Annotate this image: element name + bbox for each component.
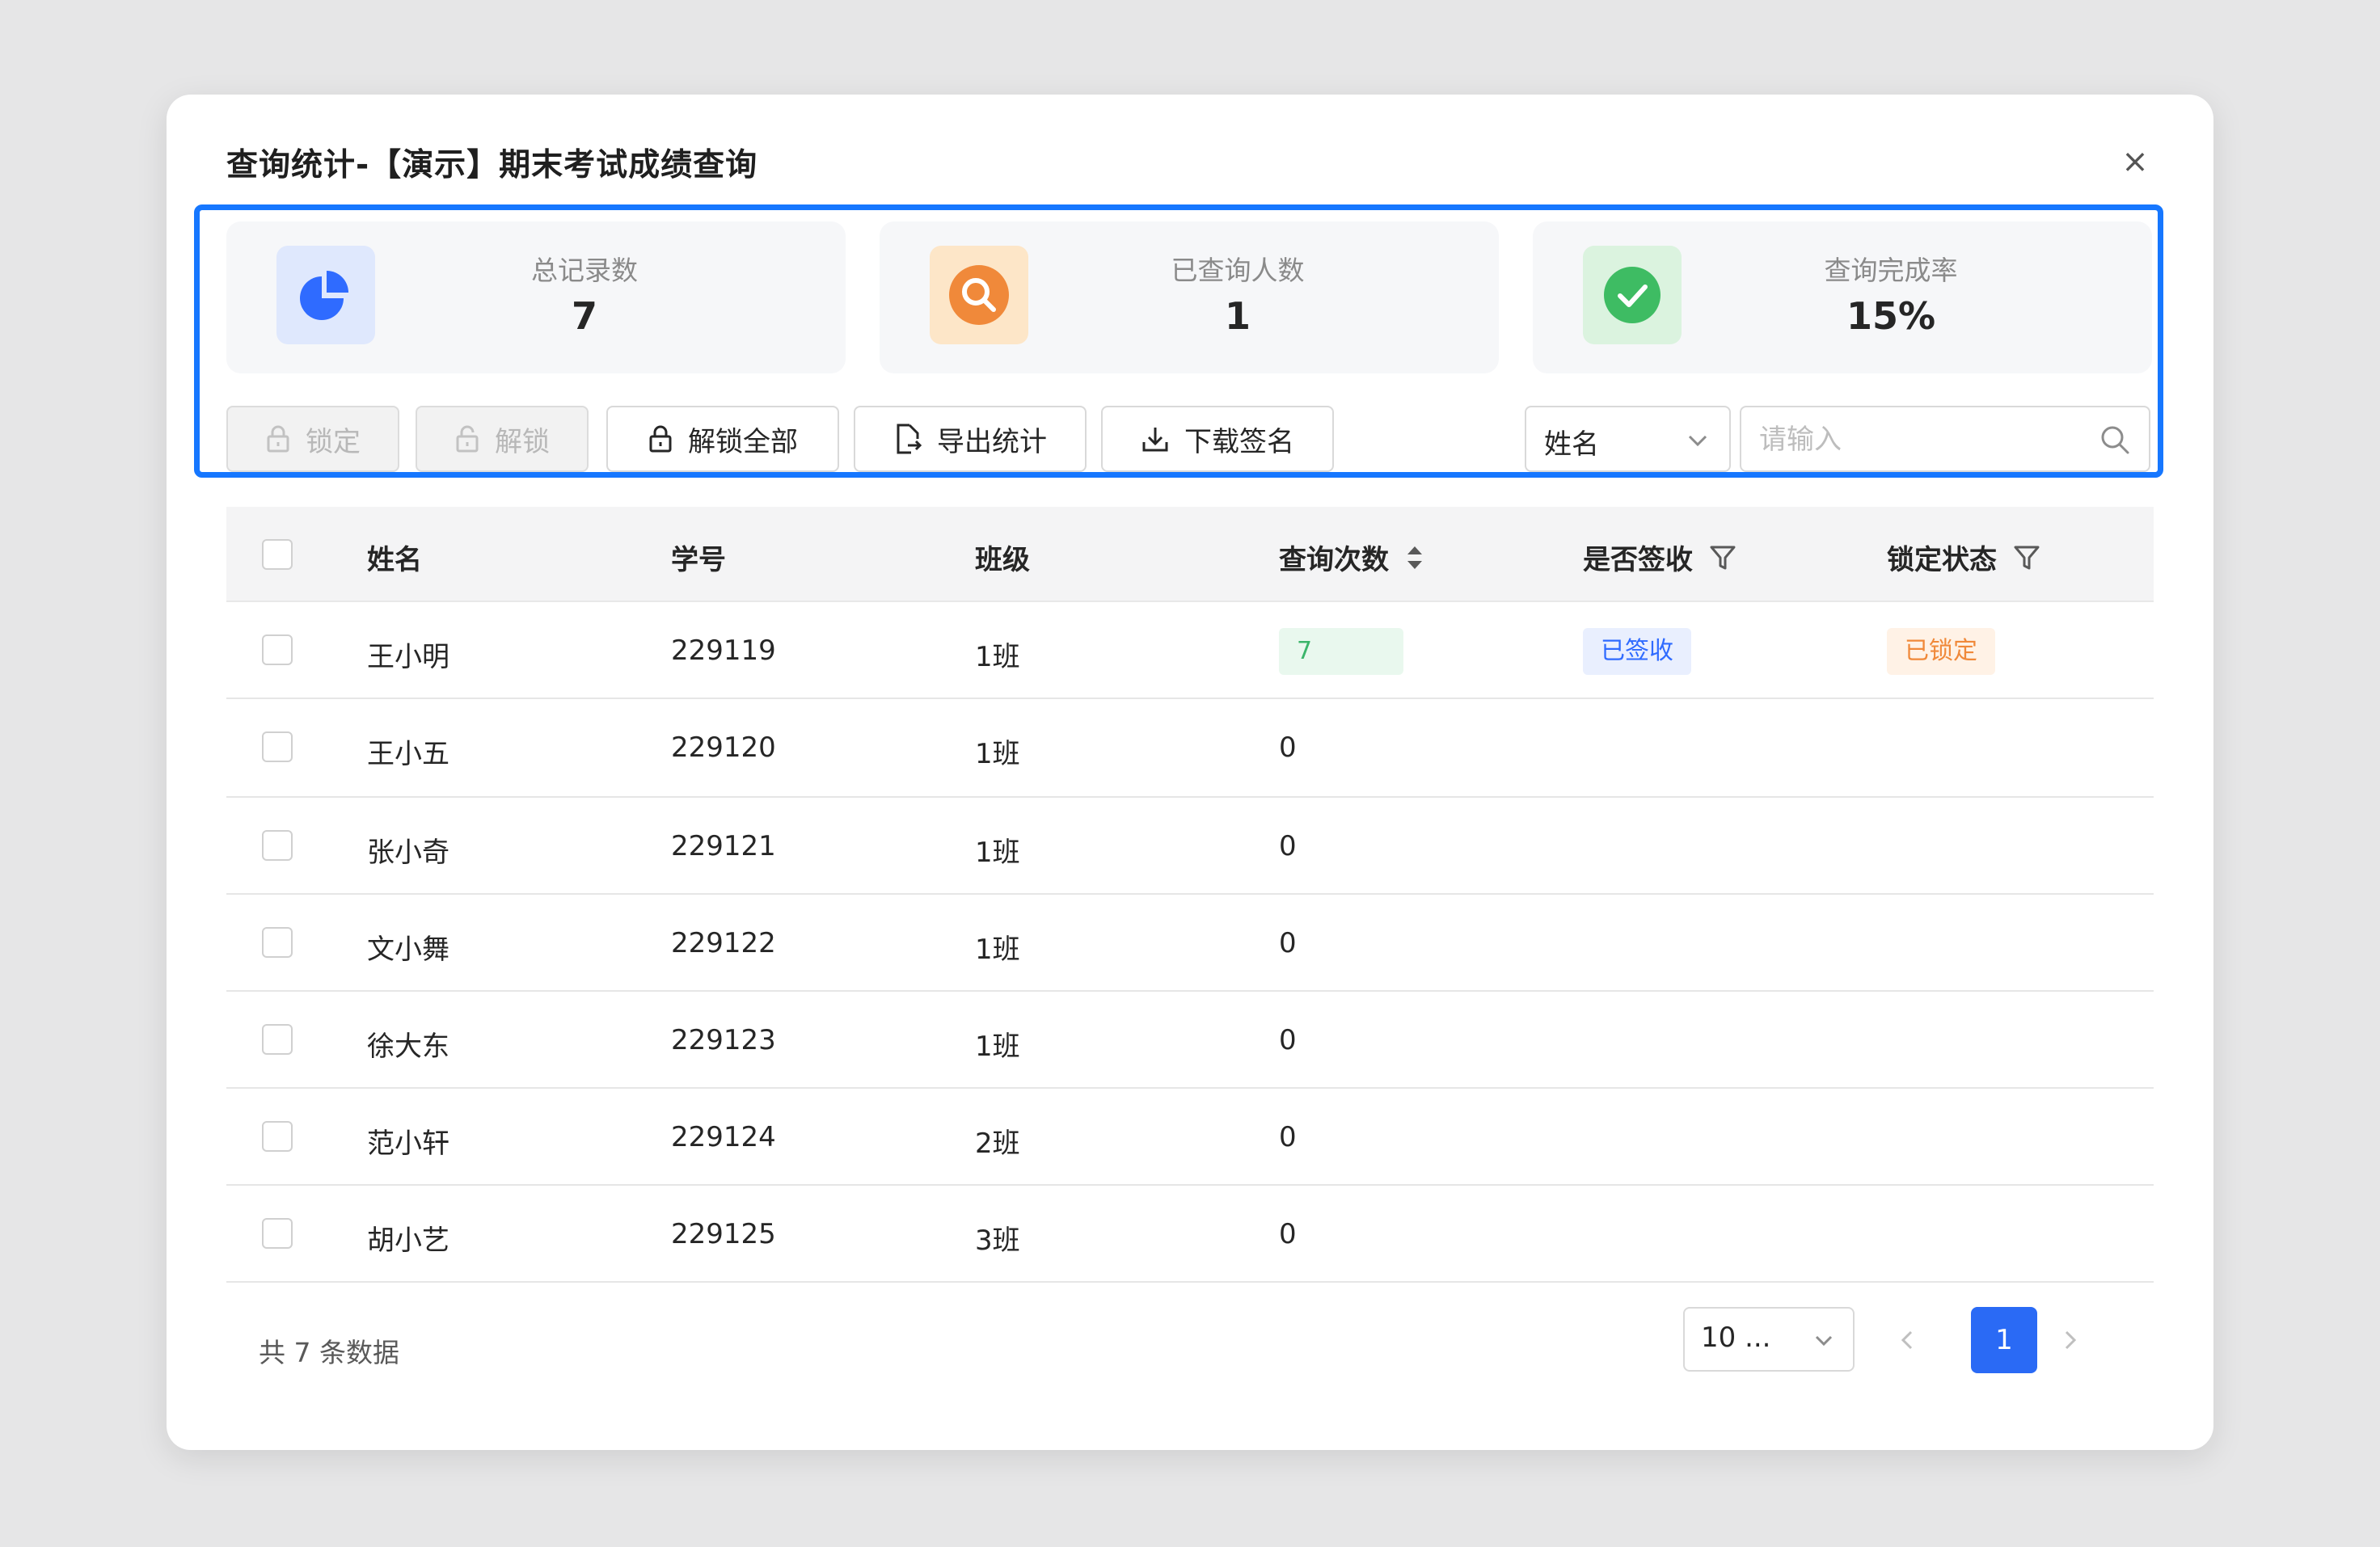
cell-class: 2班	[975, 1128, 1020, 1160]
row-checkbox[interactable]	[262, 1218, 293, 1249]
column-header-signed[interactable]: 是否签收	[1583, 537, 1736, 577]
cell-query-count: 0	[1279, 927, 1297, 959]
query-count-badge: 7	[1279, 628, 1403, 675]
column-header-student-id: 学号	[671, 544, 726, 576]
table-row[interactable]: 范小轩 229124 2班 0	[226, 1089, 2154, 1186]
row-checkbox[interactable]	[262, 731, 293, 762]
filter-icon[interactable]	[1709, 544, 1736, 571]
cell-student-id: 229124	[671, 1121, 776, 1153]
cell-class: 1班	[975, 738, 1020, 770]
sort-icon[interactable]	[1405, 544, 1424, 571]
cell-name: 文小舞	[367, 934, 449, 966]
table-row[interactable]: 王小五 229120 1班 0	[226, 699, 2154, 798]
table-row[interactable]: 张小奇 229121 1班 0	[226, 798, 2154, 895]
cell-student-id: 229123	[671, 1024, 776, 1056]
column-header-query-count[interactable]: 查询次数	[1279, 537, 1424, 577]
cell-query-count: 0	[1279, 1121, 1297, 1153]
cell-class: 3班	[975, 1225, 1020, 1257]
row-checkbox[interactable]	[262, 634, 293, 665]
table-header: 姓名 学号 班级 查询次数 是否签收 锁定状态	[226, 507, 2154, 602]
cell-class: 1班	[975, 1031, 1020, 1063]
row-checkbox[interactable]	[262, 830, 293, 861]
page-size-select[interactable]: 10 ...	[1683, 1307, 1855, 1372]
cell-student-id: 229121	[671, 830, 776, 862]
page-size-value: 10 ...	[1701, 1321, 1771, 1354]
lock-status-badge: 已锁定	[1887, 628, 1995, 675]
cell-query-count: 0	[1279, 1218, 1297, 1250]
cell-class: 1班	[975, 837, 1020, 869]
cell-query-count: 0	[1279, 1024, 1297, 1056]
cell-name: 胡小艺	[367, 1225, 449, 1257]
table-row[interactable]: 王小明 229119 1班 7 已签收 已锁定	[226, 602, 2154, 699]
next-page-icon[interactable]	[2050, 1320, 2091, 1360]
column-header-lock-status-label: 锁定状态	[1887, 544, 1997, 576]
chevron-down-icon	[1815, 1335, 1833, 1347]
cell-student-id: 229122	[671, 927, 776, 959]
close-icon[interactable]: ×	[2115, 141, 2155, 182]
query-stats-dialog: 查询统计-【演示】期末考试成绩查询 × 总记录数 7 已查询人数 1 查询完成率…	[167, 95, 2213, 1450]
cell-class: 1班	[975, 934, 1020, 966]
column-header-lock-status[interactable]: 锁定状态	[1887, 537, 2040, 577]
table-row[interactable]: 胡小艺 229125 3班 0	[226, 1186, 2154, 1283]
cell-name: 王小五	[367, 738, 449, 770]
highlight-box	[194, 204, 2163, 478]
select-all-checkbox[interactable]	[262, 539, 293, 570]
cell-name: 王小明	[367, 641, 449, 673]
cell-query-count: 0	[1279, 830, 1297, 862]
signed-badge: 已签收	[1583, 628, 1691, 675]
column-header-signed-label: 是否签收	[1583, 544, 1693, 576]
row-checkbox[interactable]	[262, 927, 293, 958]
filter-icon[interactable]	[2013, 544, 2040, 571]
cell-name: 张小奇	[367, 837, 449, 869]
prev-page-icon[interactable]	[1887, 1320, 1927, 1360]
current-page-button[interactable]: 1	[1971, 1307, 2037, 1373]
total-count-text: 共 7 条数据	[259, 1337, 399, 1368]
cell-name: 徐大东	[367, 1031, 449, 1063]
cell-student-id: 229119	[671, 634, 776, 667]
row-checkbox[interactable]	[262, 1024, 293, 1055]
cell-query-count: 0	[1279, 731, 1297, 764]
row-checkbox[interactable]	[262, 1121, 293, 1152]
cell-class: 1班	[975, 641, 1020, 673]
cell-name: 范小轩	[367, 1128, 449, 1160]
column-header-query-count-label: 查询次数	[1279, 544, 1389, 576]
table-row[interactable]: 文小舞 229122 1班 0	[226, 895, 2154, 992]
cell-student-id: 229125	[671, 1218, 776, 1250]
cell-student-id: 229120	[671, 731, 776, 764]
column-header-class: 班级	[975, 544, 1030, 576]
table-row[interactable]: 徐大东 229123 1班 0	[226, 992, 2154, 1089]
dialog-title: 查询统计-【演示】期末考试成绩查询	[226, 147, 758, 183]
column-header-name: 姓名	[367, 544, 422, 576]
